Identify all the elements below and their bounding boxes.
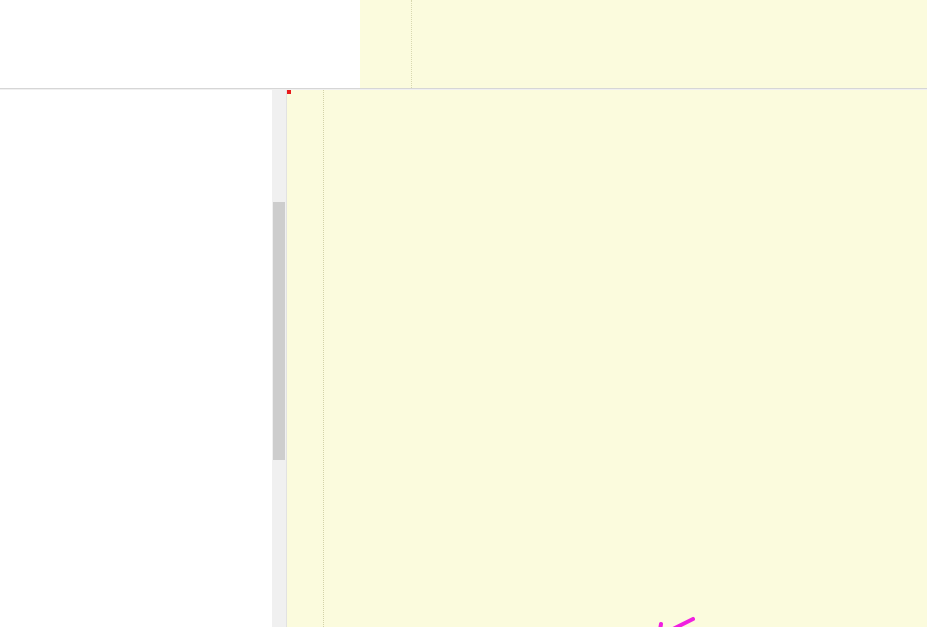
main-pane-row (0, 90, 927, 627)
gutter-divider-upper (411, 0, 413, 88)
object-browser-tree[interactable] (0, 90, 287, 627)
top-pane-row (0, 0, 927, 88)
code-editor-main-pane[interactable] (287, 90, 927, 627)
fold-gutter[interactable] (327, 90, 349, 627)
line-number-gutter (287, 90, 321, 627)
line-number-gutter-upper (360, 0, 405, 88)
scroll-up-arrow-icon[interactable] (272, 90, 286, 105)
pink-arrow-icon (658, 617, 695, 627)
tree-vertical-scrollbar[interactable] (272, 90, 286, 627)
object-browser-tree-top-fragment[interactable] (0, 0, 360, 88)
scrollbar-thumb[interactable] (273, 202, 285, 460)
gutter-divider (323, 90, 324, 627)
code-editor-upper-pane[interactable] (360, 0, 927, 88)
object-browser-window (0, 0, 927, 627)
fold-gutter-upper[interactable] (418, 0, 440, 88)
